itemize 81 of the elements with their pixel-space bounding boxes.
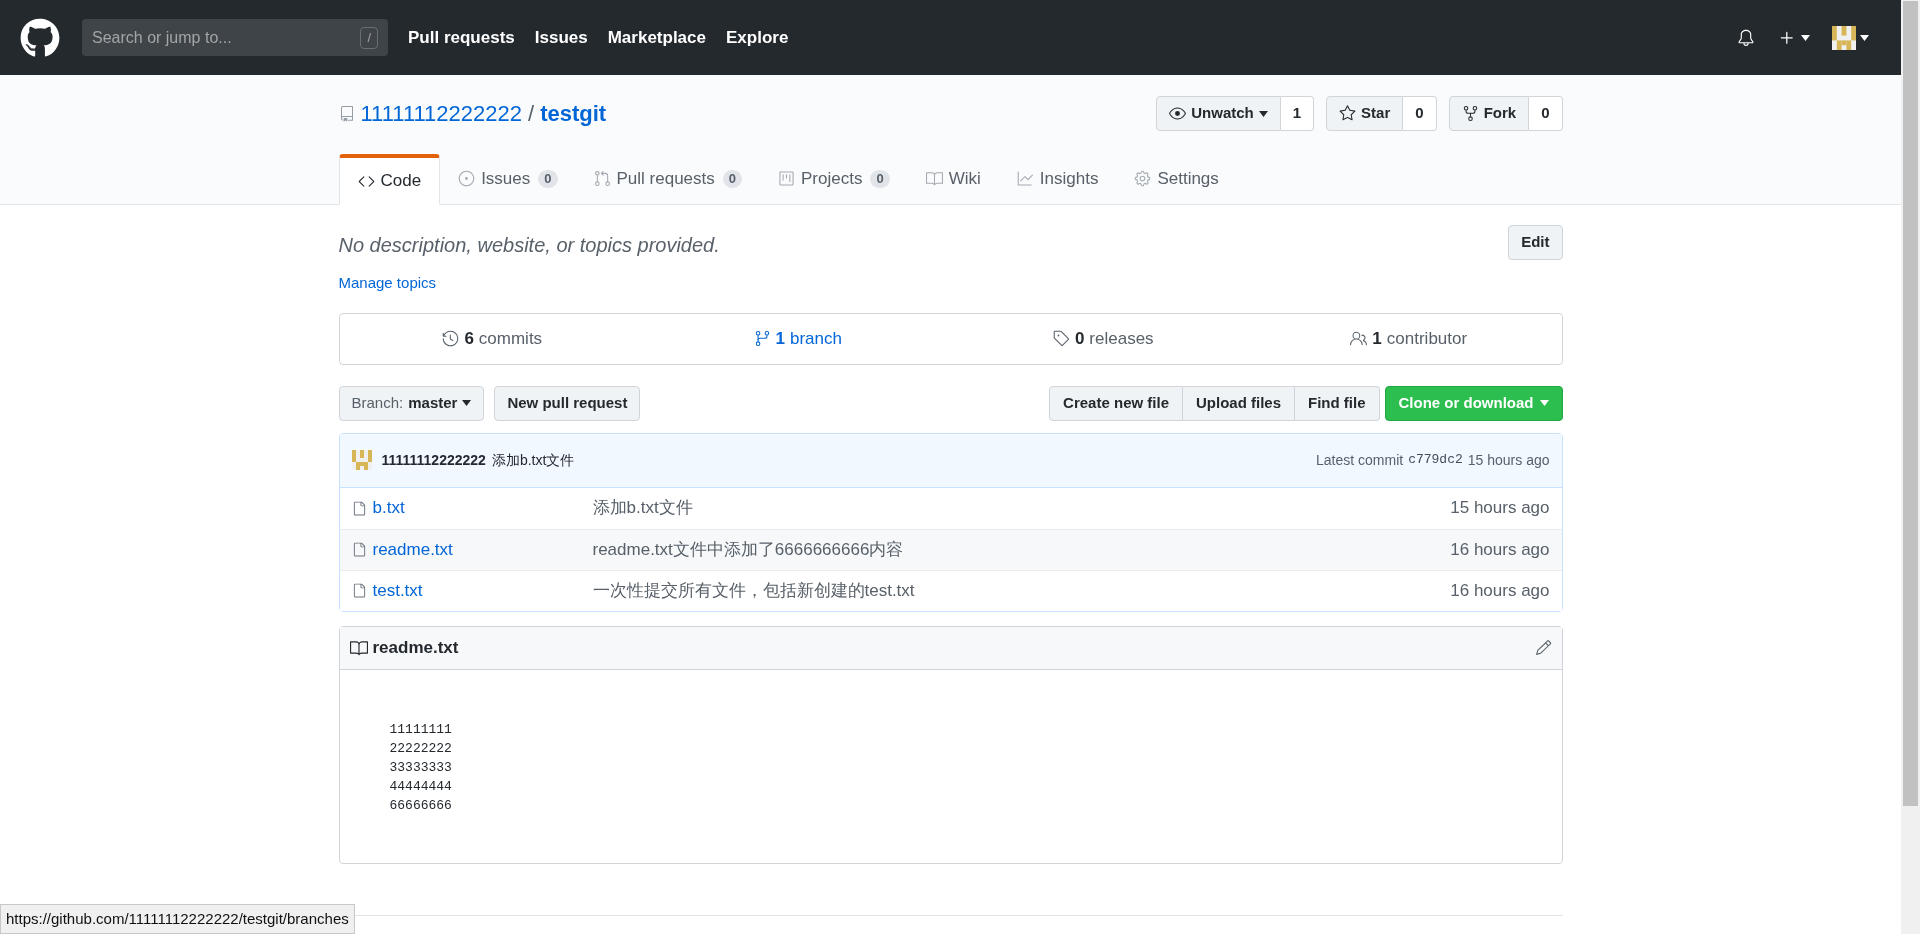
file-age: 16 hours ago: [1450, 579, 1550, 602]
caret-icon: [1860, 34, 1869, 41]
repo-action-button[interactable]: Star: [1326, 96, 1404, 131]
caret-icon: [462, 400, 472, 406]
people-icon: [1350, 330, 1368, 347]
stat-link[interactable]: 6 commits: [442, 325, 543, 352]
repo-tab[interactable]: Wiki: [907, 153, 999, 204]
file-icon: [351, 541, 367, 558]
link-status-tooltip: https://github.com/11111112222222/testgit/branches: [0, 903, 355, 934]
graph-icon: [1016, 170, 1034, 187]
social-count[interactable]: 0: [1403, 96, 1437, 131]
branch-select-menu[interactable]: Branch: master: [338, 385, 485, 421]
project-board-icon: [778, 170, 796, 187]
avatar-icon: [1832, 25, 1856, 50]
stat-link[interactable]: 1 contributor: [1350, 325, 1468, 352]
file-icon: [351, 582, 367, 599]
github-logo-icon[interactable]: [20, 17, 60, 58]
avatar-icon: [351, 450, 372, 470]
edit-pencil-icon[interactable]: [1534, 639, 1552, 656]
repo-action-button[interactable]: Fork: [1448, 96, 1530, 131]
commit-sha[interactable]: c779dc2: [1408, 450, 1463, 470]
file-commit-message[interactable]: 一次性提交所有文件，包括新创建的test.txt: [592, 577, 915, 604]
repo-tab[interactable]: Insights: [998, 153, 1117, 204]
caret-icon: [1258, 110, 1268, 117]
file-name-link[interactable]: test.txt: [372, 577, 593, 604]
repo-description: No description, website, or topics provided.: [338, 233, 720, 258]
repo-tab[interactable]: Settings: [1116, 153, 1237, 204]
scrollbar[interactable]: [1901, 0, 1920, 934]
commit-time: 15 hours ago: [1467, 450, 1550, 470]
fork-icon: [1461, 105, 1479, 122]
eye-icon: [1169, 105, 1187, 122]
caret-icon: [1539, 400, 1549, 406]
repo-tab[interactable]: Code: [338, 154, 441, 205]
file-action-button[interactable]: Upload files: [1183, 385, 1295, 421]
file-icon: [351, 499, 367, 517]
repo-tab[interactable]: Issues 0: [440, 153, 576, 204]
social-count[interactable]: 1: [1280, 96, 1315, 131]
star-icon: [1339, 105, 1357, 122]
user-menu[interactable]: [1832, 25, 1869, 50]
scrollbar-thumb[interactable]: [1903, 1, 1918, 806]
nav-link[interactable]: Marketplace: [607, 24, 706, 51]
stat-link[interactable]: 0 releases: [1052, 325, 1154, 352]
readme-title: readme.txt: [372, 636, 459, 659]
new-pull-request-button[interactable]: New pull request: [494, 385, 641, 421]
path-separator: /: [528, 100, 535, 128]
file-age: 15 hours ago: [1450, 497, 1550, 520]
nav-link[interactable]: Issues: [534, 24, 588, 51]
settings-icon: [1134, 170, 1152, 187]
file-commit-message[interactable]: readme.txt文件中添加了6666666666内容: [592, 536, 904, 563]
repo-name-link[interactable]: testgit: [540, 97, 607, 130]
keyboard-shortcut-hint: /: [360, 27, 378, 49]
stat-link[interactable]: 1 branch: [753, 325, 842, 352]
file-name-link[interactable]: b.txt: [372, 495, 593, 521]
nav-link[interactable]: Pull requests: [408, 24, 515, 51]
readme-content: 11111111 22222222 33333333 44444444 66666666: [389, 720, 452, 815]
file-action-button[interactable]: Find file: [1295, 385, 1380, 421]
nav-link[interactable]: Explore: [726, 24, 789, 51]
book-icon: [349, 638, 368, 657]
file-age: 16 hours ago: [1450, 538, 1550, 561]
issue-icon: [458, 170, 476, 187]
social-count[interactable]: 0: [1529, 96, 1563, 131]
book-icon: [925, 170, 943, 187]
notification-bell-icon[interactable]: [1737, 28, 1755, 47]
repo-tab[interactable]: Pull requests 0: [575, 153, 761, 204]
pull-request-icon: [593, 170, 611, 187]
file-action-button[interactable]: Create new file: [1049, 385, 1183, 421]
repo-owner-link[interactable]: 11111112222222: [360, 97, 522, 130]
edit-button[interactable]: Edit: [1508, 225, 1563, 260]
repository-icon: [338, 103, 355, 124]
branch-icon: [753, 330, 771, 347]
file-name-link[interactable]: readme.txt: [372, 536, 593, 563]
file-commit-message[interactable]: 添加b.txt文件: [592, 495, 693, 521]
latest-commit-label: Latest commit: [1316, 450, 1404, 470]
repo-tab[interactable]: Projects 0: [760, 153, 908, 204]
caret-icon: [1801, 34, 1810, 41]
tag-icon: [1052, 330, 1070, 347]
commit-message[interactable]: 添加b.txt文件: [491, 449, 575, 471]
commit-author[interactable]: 11111112222222: [381, 449, 486, 471]
history-icon: [442, 330, 460, 347]
manage-topics-link[interactable]: Manage topics: [338, 272, 720, 295]
repo-action-button[interactable]: Unwatch: [1156, 96, 1281, 131]
